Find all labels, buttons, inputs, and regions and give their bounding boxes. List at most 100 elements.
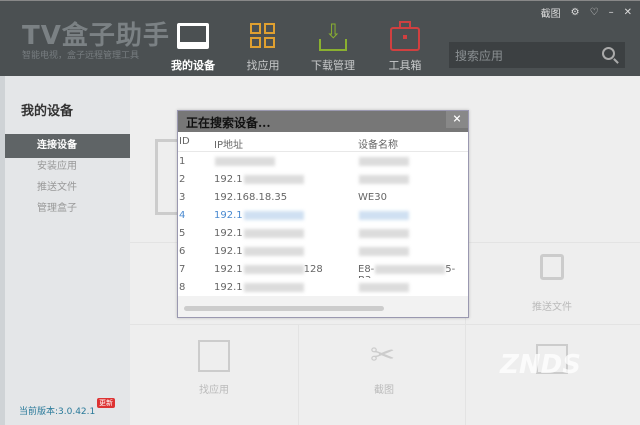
blurred-region bbox=[375, 264, 446, 274]
watermark-logo: ZNDS bbox=[500, 350, 581, 380]
row-id: 5 bbox=[179, 228, 186, 239]
ip-text: 192.1 bbox=[214, 264, 243, 275]
nav-find-apps[interactable]: 找应用 bbox=[228, 21, 298, 73]
divider bbox=[298, 324, 299, 425]
row-device-name bbox=[358, 174, 409, 185]
row-id: 6 bbox=[179, 246, 186, 257]
dialog-title-text: 正在搜索设备... bbox=[186, 116, 271, 130]
blurred-region bbox=[243, 174, 304, 184]
version-label: 当前版本:3.0.42.1 bbox=[19, 407, 96, 417]
table-row[interactable]: 4 192.1 bbox=[178, 206, 468, 224]
tile-find-app[interactable]: 找应用 bbox=[174, 381, 254, 396]
row-device-name bbox=[358, 228, 409, 239]
name-text: WE30 bbox=[358, 192, 387, 203]
close-icon[interactable]: × bbox=[446, 111, 468, 128]
screenshot-button[interactable]: 截图 bbox=[541, 5, 561, 20]
find-app-icon bbox=[198, 340, 230, 372]
blurred-region bbox=[243, 210, 304, 220]
ip-text: 192.1 bbox=[214, 228, 243, 239]
blurred-region bbox=[359, 282, 409, 292]
blurred-region bbox=[359, 246, 409, 256]
update-badge[interactable]: 更新 bbox=[97, 398, 115, 408]
row-ip: 192.1 bbox=[214, 174, 304, 185]
blurred-region bbox=[243, 282, 304, 292]
window-controls: 截图 ⚙ ♡ – ✕ bbox=[541, 5, 632, 20]
gear-icon[interactable]: ⚙ bbox=[571, 7, 580, 18]
grid-icon bbox=[247, 21, 279, 51]
row-ip: 192.1 bbox=[214, 228, 304, 239]
row-ip bbox=[214, 156, 275, 167]
row-ip: 192.1 bbox=[214, 246, 304, 257]
search-input[interactable]: 搜索应用 bbox=[449, 42, 625, 68]
row-id: 2 bbox=[179, 174, 186, 185]
row-id: 3 bbox=[179, 192, 186, 203]
nav-label: 我的设备 bbox=[171, 59, 215, 72]
nav-label: 下载管理 bbox=[311, 59, 355, 72]
tile-screenshot[interactable]: 截图 bbox=[344, 381, 424, 396]
row-device-name: WE30 bbox=[358, 192, 387, 203]
table-row[interactable]: 7192.1128E8-5-B3 bbox=[178, 260, 468, 286]
app-slogan: 智能电视，盒子远程管理工具 bbox=[22, 51, 140, 61]
row-ip: 192.168.18.35 bbox=[214, 192, 287, 203]
column-ip[interactable]: IP地址 bbox=[214, 136, 243, 151]
row-id: 1 bbox=[179, 156, 186, 167]
row-ip: 192.1 128 bbox=[214, 264, 323, 275]
app-header: TV盒子助手 智能电视，盒子远程管理工具 我的设备 找应用 ⇩ 下载管理 工具箱… bbox=[0, 0, 640, 76]
name-text: E8- bbox=[358, 264, 375, 275]
ip-text: 192.1 bbox=[214, 174, 243, 185]
nav-my-devices[interactable]: 我的设备 bbox=[158, 21, 228, 73]
push-file-icon bbox=[540, 254, 564, 280]
table-row[interactable]: 2 192.1 bbox=[178, 170, 468, 188]
column-id[interactable]: ID bbox=[179, 136, 190, 147]
table-row[interactable]: 1 bbox=[178, 152, 468, 170]
search-devices-dialog: 正在搜索设备... × ID IP地址 设备名称 1 2 192.1 3 192.168.… bbox=[177, 110, 469, 318]
row-device-name bbox=[358, 246, 409, 257]
dialog-title: 正在搜索设备... × bbox=[178, 111, 468, 132]
minimize-icon[interactable]: – bbox=[609, 7, 614, 18]
search-placeholder: 搜索应用 bbox=[455, 49, 504, 63]
divider bbox=[130, 324, 640, 325]
scissors-icon: ✂ bbox=[370, 338, 396, 373]
tile-push-file[interactable]: 推送文件 bbox=[512, 298, 592, 313]
blurred-region bbox=[359, 174, 409, 184]
nav-download-manager[interactable]: ⇩ 下载管理 bbox=[298, 21, 368, 73]
row-ip: 192.1 bbox=[214, 282, 304, 293]
blurred-region bbox=[359, 156, 409, 166]
blurred-region bbox=[215, 156, 275, 166]
sidebar-item-manage-box[interactable]: 管理盒子 bbox=[5, 197, 130, 221]
horizontal-scrollbar[interactable] bbox=[184, 306, 384, 311]
feedback-icon[interactable]: ♡ bbox=[590, 7, 599, 18]
row-id: 7 bbox=[179, 264, 186, 275]
blurred-region bbox=[243, 264, 304, 274]
device-list: 1 2 192.1 3 192.168.18.35 WE30 4 192.1 5 192.1 6 19… bbox=[178, 152, 468, 296]
row-id: 4 bbox=[179, 210, 186, 221]
blurred-region bbox=[243, 228, 304, 238]
sidebar: 我的设备 连接设备 安装应用 推送文件 管理盒子 当前版本:3.0.42.1 更… bbox=[5, 76, 130, 425]
row-device-name bbox=[358, 210, 409, 221]
ip-text: 192.1 bbox=[214, 210, 243, 221]
toolbox-icon bbox=[389, 21, 421, 51]
search-icon[interactable] bbox=[602, 47, 615, 60]
ip-text: 192.1 bbox=[214, 282, 243, 293]
table-header: ID IP地址 设备名称 bbox=[178, 132, 468, 152]
column-device-name[interactable]: 设备名称 bbox=[358, 136, 398, 151]
nav-label: 找应用 bbox=[246, 59, 280, 72]
download-icon: ⇩ bbox=[317, 21, 349, 51]
ip-tail: 128 bbox=[303, 264, 323, 275]
table-row[interactable]: 6 192.1 bbox=[178, 242, 468, 260]
blurred-region bbox=[359, 228, 409, 238]
close-icon[interactable]: ✕ bbox=[624, 7, 632, 18]
row-device-name bbox=[358, 156, 409, 167]
row-device-name bbox=[358, 282, 409, 293]
blurred-region bbox=[243, 246, 304, 256]
blurred-region bbox=[359, 210, 409, 220]
ip-text: 192.1 bbox=[214, 246, 243, 257]
nav-label: 工具箱 bbox=[388, 59, 422, 72]
nav-toolbox[interactable]: 工具箱 bbox=[370, 21, 440, 73]
table-row[interactable]: 8 192.1 bbox=[178, 278, 468, 296]
ip-text: 192.168.18.35 bbox=[214, 192, 288, 203]
tablet-icon bbox=[177, 21, 209, 51]
table-row[interactable]: 5 192.1 bbox=[178, 224, 468, 242]
row-ip: 192.1 bbox=[214, 210, 304, 221]
table-row[interactable]: 3 192.168.18.35 WE30 bbox=[178, 188, 468, 206]
